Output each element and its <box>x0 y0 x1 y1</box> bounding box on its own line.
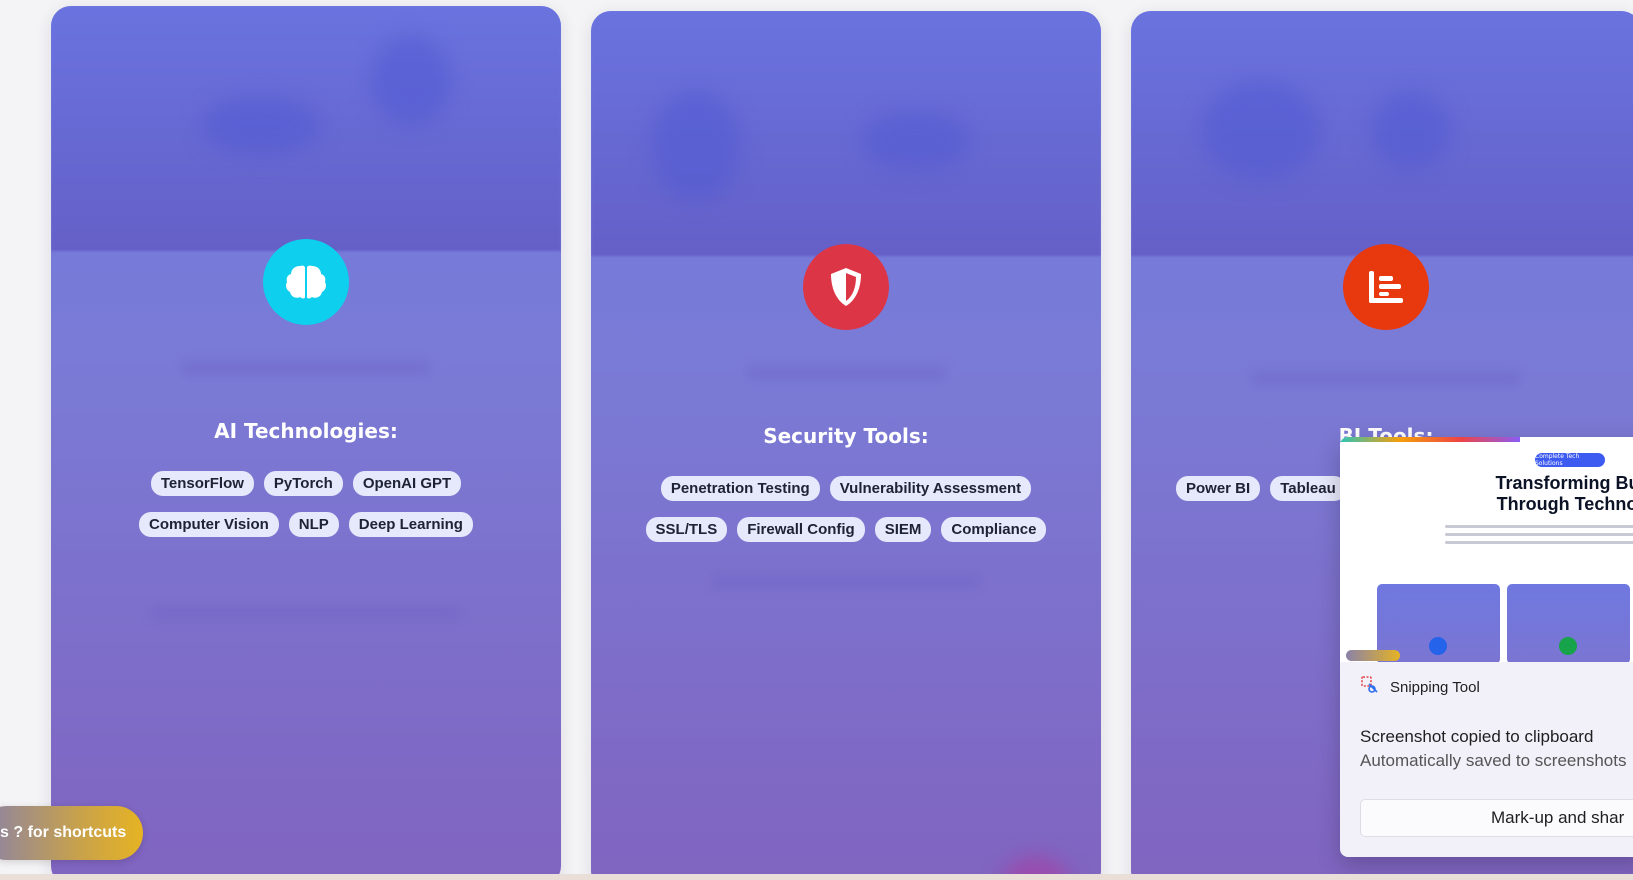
tag-openai-gpt: OpenAI GPT <box>352 471 462 496</box>
screenshot-thumbnail[interactable]: Complete Tech Solutions Transforming Bus… <box>1340 437 1633 662</box>
tag-row: Power BI Tableau <box>1176 476 1346 501</box>
plug-icon <box>1559 637 1577 655</box>
blurred-text <box>151 606 461 620</box>
tools-title: AI Technologies: <box>214 419 398 443</box>
markup-and-share-button[interactable]: Mark-up and shar <box>1360 799 1633 837</box>
snipping-tool-notification[interactable]: Complete Tech Solutions Transforming Bus… <box>1340 437 1633 857</box>
blurred-text <box>746 366 946 380</box>
tag-tableau: Tableau <box>1270 476 1346 501</box>
shield-icon <box>803 244 889 330</box>
preview-accent-bar <box>1340 437 1520 442</box>
blurred-text <box>181 361 431 375</box>
ai-service-card[interactable]: AI Technologies: TensorFlow PyTorch Open… <box>51 6 561 880</box>
toast-app-name: Snipping Tool <box>1390 678 1480 696</box>
taskbar-edge <box>0 874 1633 880</box>
background-shape <box>1371 91 1451 171</box>
markup-and-share-label: Mark-up and shar <box>1491 808 1625 827</box>
blurred-text <box>1251 371 1521 385</box>
tag-row: Penetration Testing Vulnerability Assess… <box>591 476 1101 501</box>
tag-power-bi: Power BI <box>1176 476 1261 501</box>
preview-title-line2: Through Technolo <box>1496 494 1633 514</box>
background-shape <box>861 111 971 171</box>
bar-chart-icon <box>1343 244 1429 330</box>
code-icon <box>1429 637 1447 655</box>
snipping-tool-icon <box>1360 675 1380 699</box>
background-shape <box>1201 81 1321 181</box>
preview-text-line <box>1445 541 1633 544</box>
tag-siem: SIEM <box>874 517 932 542</box>
tools-title: Security Tools: <box>763 424 929 448</box>
blurred-text <box>711 574 981 588</box>
background-shape <box>371 36 451 126</box>
tag-firewall-config: Firewall Config <box>737 517 865 542</box>
tag-ssl-tls: SSL/TLS <box>645 517 728 542</box>
background-shape <box>651 91 741 201</box>
toast-sub-message: Automatically saved to screenshots <box>1360 751 1627 770</box>
toast-message: Screenshot copied to clipboard <box>1360 727 1594 746</box>
tag-penetration-testing: Penetration Testing <box>660 476 820 501</box>
preview-text-line <box>1445 533 1633 536</box>
tag-row: TensorFlow PyTorch OpenAI GPT <box>51 471 561 496</box>
shortcut-hint-label: s ? for shortcuts <box>0 824 127 841</box>
background-shape <box>201 96 321 156</box>
tag-nlp: NLP <box>288 512 339 537</box>
tag-computer-vision: Computer Vision <box>139 512 279 537</box>
tag-deep-learning: Deep Learning <box>348 512 473 537</box>
preview-shortcut-pill <box>1346 650 1400 661</box>
tag-compliance: Compliance <box>941 517 1047 542</box>
preview-title: Transforming Busi Through Technolo <box>1445 473 1633 515</box>
preview-badge: Complete Tech Solutions <box>1535 453 1605 467</box>
tag-vulnerability-assessment: Vulnerability Assessment <box>829 476 1032 501</box>
tag-row: Computer Vision NLP Deep Learning <box>51 512 561 537</box>
security-service-card[interactable]: Security Tools: Penetration Testing Vuln… <box>591 11 1101 880</box>
tag-tensorflow: TensorFlow <box>150 471 254 496</box>
preview-text-line <box>1445 525 1633 528</box>
shortcut-hint-button[interactable]: s ? for shortcuts <box>0 806 143 860</box>
preview-title-line1: Transforming Busi <box>1495 473 1633 493</box>
brain-icon <box>263 239 349 325</box>
toast-app-header: Snipping Tool <box>1360 675 1480 699</box>
tag-row: SSL/TLS Firewall Config SIEM Compliance <box>591 517 1101 542</box>
tag-pytorch: PyTorch <box>263 471 343 496</box>
